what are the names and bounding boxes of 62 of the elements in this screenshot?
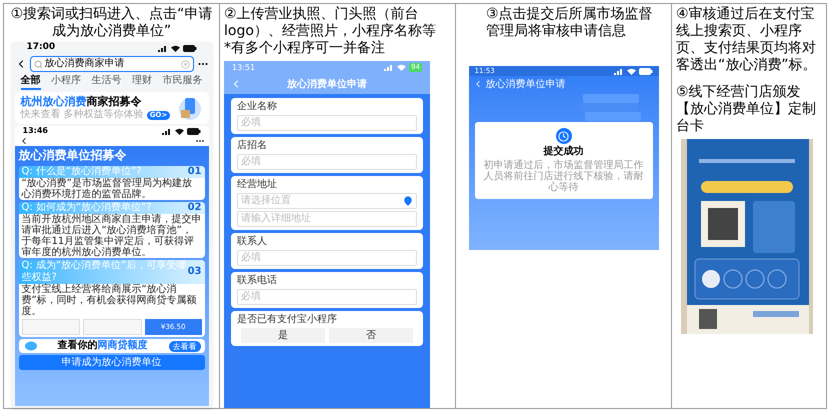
- battery-icon: [186, 128, 200, 134]
- bubble-icon: [22, 341, 36, 351]
- signal-icon: [158, 44, 168, 52]
- search-tab[interactable]: 理财: [132, 74, 152, 90]
- option-button[interactable]: 是: [241, 328, 325, 343]
- signal-icon: [384, 64, 394, 71]
- qa-answer: “放心消费”是市场监督管理局为构建放心消费环境打造的监管品牌。: [20, 178, 193, 200]
- qa-number: 02: [188, 202, 202, 214]
- search-field[interactable]: 放心消费商家申请: [30, 56, 194, 72]
- clock-icon: [558, 130, 569, 142]
- field-label: 经营地址: [237, 179, 278, 191]
- screen-title: 放心消费单位申请: [286, 77, 368, 92]
- step-caption: ②上传营业执照、门头照（前台logo）、经营照片，小程序名称等: [224, 6, 437, 40]
- apply-button[interactable]: 申请成为放心消费单位: [18, 355, 204, 370]
- step-caption: ③点击提交后所属市场监督管理局将审核申请信息: [485, 6, 654, 40]
- status-time: 17:00: [26, 41, 56, 54]
- banner-title: 杭州放心消费商家招募令: [20, 95, 142, 108]
- field-label: 联系电话: [237, 275, 278, 287]
- qa-answer: 当前开放杭州地区商家自主申请，提交申请审批通过后进入“放心消费培育池”，于每年11月监管集中评定后，可获得评审年度的杭州放心消费单位。: [20, 214, 202, 258]
- qa-answer: 支付宝线上经营将给商展示“放心消费”标，同时，有机会获得网商贷专属额度。: [20, 284, 198, 317]
- search-tab[interactable]: 市民服务: [162, 74, 202, 90]
- field-label: 联系人: [237, 236, 268, 248]
- search-icon: [34, 60, 42, 68]
- battery-icon: [638, 68, 652, 74]
- phone-illustration: [176, 95, 202, 121]
- result-text: 初申请通过后，市场监督管理局工作人员将前往门店进行线下核验，请耐心等待: [482, 160, 644, 193]
- promo-button[interactable]: 去看看: [168, 340, 200, 352]
- field-label: 店招名: [237, 140, 268, 152]
- result-title: 提交成功: [544, 146, 584, 158]
- signal-icon: [162, 128, 172, 134]
- placeholder: 必填: [241, 118, 261, 128]
- signal-icon: [614, 68, 624, 74]
- step-caption: ①搜索词或扫码进入、点击“申请成为放心消费单位”: [10, 6, 214, 40]
- battery-icon: [182, 44, 196, 52]
- location-pin-icon[interactable]: [403, 196, 413, 206]
- placeholder: 必填: [241, 157, 261, 167]
- promo-text: 查看你的网商贷额度: [58, 340, 148, 352]
- placeholder: 必填: [241, 253, 261, 263]
- placeholder: 必填: [241, 292, 261, 302]
- option-button[interactable]: 否: [329, 328, 413, 343]
- status-time: 13:46: [22, 127, 48, 135]
- placeholder: 请选择位置: [241, 196, 291, 206]
- step-note: *有多个小程序可一并备注: [224, 40, 386, 57]
- status-time: 13:51: [232, 62, 256, 74]
- step-caption: ⑤线下经营门店颁发【放心消费单位】定制台卡: [676, 84, 817, 135]
- search-tab[interactable]: 全部: [20, 74, 40, 90]
- search-tab[interactable]: 小程序: [51, 74, 81, 90]
- field-label: 企业名称: [237, 101, 278, 113]
- qa-number: 01: [188, 166, 202, 178]
- search-query: 放心消费商家申请: [44, 59, 126, 69]
- wifi-icon: [174, 128, 184, 134]
- step-caption: ④审核通过后在支付宝线上搜索页、小程序页、支付结果页均将对客透出“放心消费”标。: [676, 6, 818, 74]
- field-label: 是否已有支付宝小程序: [237, 314, 338, 326]
- banner-subtitle: 快来查看 多种权益等你体验: [20, 109, 144, 121]
- placeholder: 请输入详细地址: [241, 214, 311, 224]
- screen-title: 放心消费单位申请: [486, 78, 566, 92]
- search-tab[interactable]: 生活号: [92, 74, 122, 90]
- qa-number: 03: [188, 266, 202, 278]
- wifi-icon: [397, 64, 406, 71]
- wifi-icon: [626, 68, 636, 74]
- wifi-icon: [170, 44, 180, 52]
- page-title: 放心消费单位招募令: [18, 147, 128, 164]
